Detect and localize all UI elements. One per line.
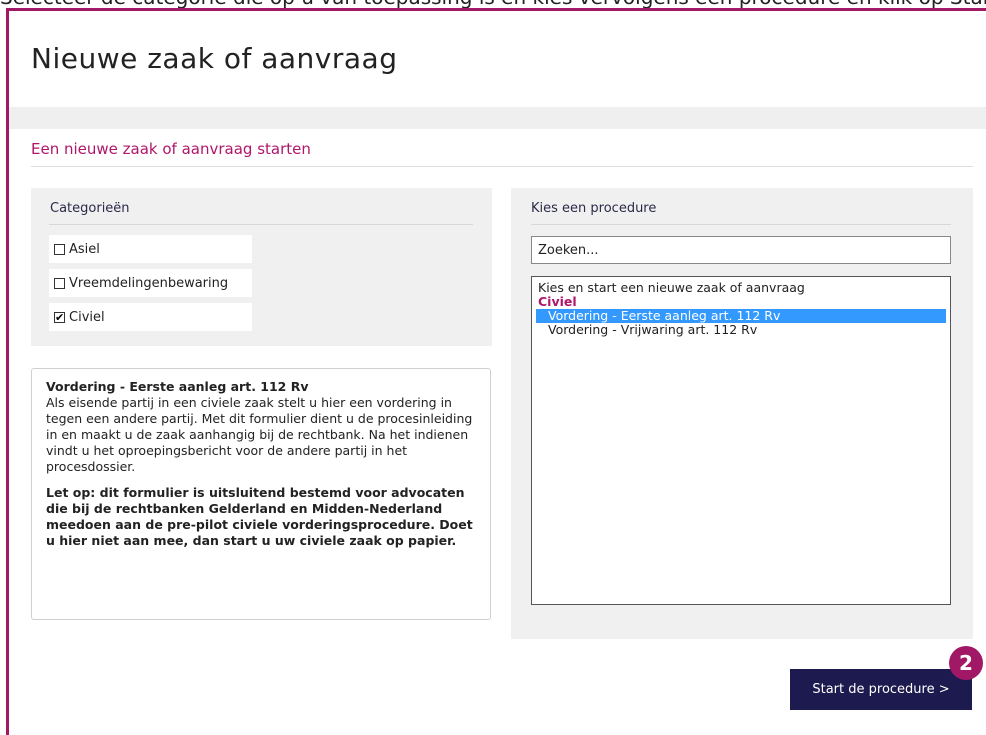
procedure-option-eerste-aanleg[interactable]: Vordering - Eerste aanleg art. 112 Rv [536, 309, 946, 323]
category-checkbox[interactable] [54, 277, 65, 289]
section-heading: Een nieuwe zaak of aanvraag starten [31, 140, 311, 158]
procedure-description: Vordering - Eerste aanleg art. 112 Rv Al… [31, 368, 491, 620]
description-title: Vordering - Eerste aanleg art. 112 Rv [46, 379, 309, 394]
procedure-listbox[interactable]: Kies en start een nieuwe zaak of aanvraa… [531, 276, 951, 605]
procedure-group-civiel: Civiel [538, 294, 577, 309]
section-divider [31, 166, 973, 167]
category-asiel[interactable]: Asiel [49, 235, 252, 263]
procedure-option-vrijwaring[interactable]: Vordering - Vrijwaring art. 112 Rv [532, 323, 950, 337]
procedure-search-input[interactable] [531, 236, 951, 264]
categories-divider [49, 224, 473, 225]
procedure-title: Kies een procedure [531, 201, 657, 216]
description-body: Als eisende partij in een civiele zaak s… [46, 395, 473, 474]
top-caption: Selecteer de categorie die op u van toep… [0, 0, 986, 8]
category-label: Vreemdelingenbewaring [69, 275, 229, 291]
category-checkbox-checked[interactable]: ✔ [54, 311, 65, 323]
categories-panel: Categorieën Asiel Vreemdelingenbewaring … [31, 188, 492, 346]
header-band [9, 107, 986, 129]
category-vreemdelingenbewaring[interactable]: Vreemdelingenbewaring [49, 269, 252, 297]
description-warning: Let op: dit formulier is uitsluitend bes… [46, 485, 473, 548]
procedure-divider [531, 224, 951, 225]
category-checkbox[interactable] [54, 243, 65, 255]
category-civiel[interactable]: ✔ Civiel [49, 303, 252, 331]
start-procedure-button[interactable]: Start de procedure > [790, 669, 972, 710]
procedure-panel: Kies een procedure Kies en start een nie… [511, 188, 973, 639]
procedure-list-intro: Kies en start een nieuwe zaak of aanvraa… [538, 280, 805, 295]
category-label: Civiel [69, 309, 105, 325]
page-title: Nieuwe zaak of aanvraag [31, 42, 398, 75]
step-badge: 2 [949, 646, 983, 680]
category-label: Asiel [69, 241, 100, 257]
categories-title: Categorieën [50, 201, 130, 216]
